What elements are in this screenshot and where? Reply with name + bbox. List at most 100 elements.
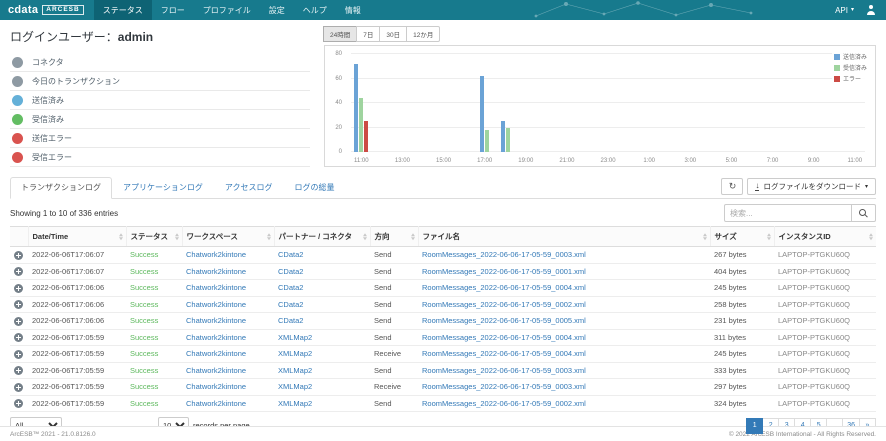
legend-swatch [833, 64, 840, 71]
expand-row-icon[interactable] [14, 283, 23, 293]
range-button[interactable]: 24時間 [323, 26, 358, 42]
range-button[interactable]: 30日 [379, 26, 408, 42]
partner-link[interactable]: XMLMap2 [278, 399, 312, 408]
x-tick-label: 1:00 [643, 158, 655, 164]
expand-row-icon[interactable] [14, 382, 23, 392]
partner-link[interactable]: XMLMap2 [278, 382, 312, 391]
table-header-row: Date/Time ステータス ワークスペース パートナー / コネクタ 方向 … [10, 226, 876, 247]
metric-row[interactable]: 受信済み [10, 110, 310, 129]
filename-link[interactable]: RoomMessages_2022-06-06-17-05-59_0002.xm… [422, 300, 586, 309]
filename-link[interactable]: RoomMessages_2022-06-06-17-05-59_0004.xm… [422, 333, 586, 342]
cell-status: Success [126, 246, 182, 264]
download-log-button[interactable]: ↓ ログファイルをダウンロード ▾ [747, 178, 876, 195]
workspace-link[interactable]: Chatwork2kintone [186, 333, 246, 342]
nav-item[interactable]: プロファイル [194, 0, 260, 20]
nav-item[interactable]: フロー [152, 0, 194, 20]
tab[interactable]: アプリケーションログ [112, 177, 214, 199]
expand-row-icon[interactable] [14, 267, 23, 277]
x-tick-label: 11:00 [847, 158, 863, 164]
bar-group [351, 54, 372, 152]
column-header[interactable]: サイズ [710, 226, 775, 247]
metric-row[interactable]: 受信エラー [10, 148, 310, 167]
partner-link[interactable]: CData2 [278, 283, 303, 292]
workspace-link[interactable]: Chatwork2kintone [186, 399, 246, 408]
workspace-link[interactable]: Chatwork2kintone [186, 283, 246, 292]
brand-logo[interactable]: cdata ARCESB [0, 0, 94, 20]
filename-link[interactable]: RoomMessages_2022-06-06-17-05-59_0003.xm… [422, 366, 586, 375]
expand-row-icon[interactable] [14, 250, 23, 260]
expand-row-icon[interactable] [14, 399, 23, 409]
workspace-link[interactable]: Chatwork2kintone [186, 366, 246, 375]
partner-link[interactable]: CData2 [278, 267, 303, 276]
refresh-button[interactable]: ↻ [721, 178, 744, 195]
workspace-link[interactable]: Chatwork2kintone [186, 300, 246, 309]
partner-link[interactable]: XMLMap2 [278, 349, 312, 358]
partner-link[interactable]: XMLMap2 [278, 333, 312, 342]
tab[interactable]: トランザクションログ [10, 177, 112, 199]
tab[interactable]: アクセスログ [214, 177, 284, 199]
range-button[interactable]: 7日 [356, 26, 381, 42]
bar-group [474, 54, 495, 152]
filename-link[interactable]: RoomMessages_2022-06-06-17-05-59_0001.xm… [422, 267, 586, 276]
partner-link[interactable]: XMLMap2 [278, 366, 312, 375]
partner-link[interactable]: CData2 [278, 250, 303, 259]
nav-item[interactable]: 情報 [336, 0, 370, 20]
log-tabs: トランザクションログ アプリケーションログ アクセスログ ログの総量 ↻ ↓ ロ… [10, 177, 876, 199]
api-menu[interactable]: API ▾ [835, 6, 854, 15]
filename-link[interactable]: RoomMessages_2022-06-06-17-05-59_0004.xm… [422, 349, 586, 358]
column-header[interactable]: Date/Time [28, 226, 127, 247]
nav-item[interactable]: 設定 [260, 0, 294, 20]
cell-size: 404 bytes [710, 263, 774, 281]
workspace-link[interactable]: Chatwork2kintone [186, 267, 246, 276]
nav-item[interactable]: ヘルプ [294, 0, 336, 20]
bar-group [413, 54, 434, 152]
metric-row[interactable]: コネクタ [10, 53, 310, 72]
workspace-link[interactable]: Chatwork2kintone [186, 250, 246, 259]
x-tick-label: 3:00 [684, 158, 697, 164]
cell-size: 258 bytes [710, 296, 774, 314]
user-icon[interactable] [866, 5, 876, 15]
partner-link[interactable]: CData2 [278, 300, 303, 309]
cell-datetime: 2022-06-06T17:06:06 [28, 312, 126, 330]
expand-row-icon[interactable] [14, 366, 23, 376]
tab[interactable]: ログの総量 [283, 177, 345, 199]
column-header[interactable]: パートナー / コネクタ [274, 226, 371, 247]
cell-direction: Receive [370, 378, 418, 396]
column-header[interactable]: ファイル名 [418, 226, 711, 247]
filename-link[interactable]: RoomMessages_2022-06-06-17-05-59_0003.xm… [422, 382, 586, 391]
workspace-link[interactable]: Chatwork2kintone [186, 349, 246, 358]
column-header-label: サイズ [714, 232, 737, 241]
bar-group [639, 54, 660, 152]
cell-direction: Send [370, 395, 418, 413]
workspace-link[interactable]: Chatwork2kintone [186, 316, 246, 325]
filename-link[interactable]: RoomMessages_2022-06-06-17-05-59_0005.xm… [422, 316, 586, 325]
column-header[interactable] [10, 226, 29, 247]
workspace-link[interactable]: Chatwork2kintone [186, 382, 246, 391]
search-button[interactable] [852, 204, 876, 222]
bar-group [803, 54, 824, 152]
range-button[interactable]: 12か月 [406, 26, 441, 42]
page-button[interactable]: 1 [746, 417, 764, 434]
filename-link[interactable]: RoomMessages_2022-06-06-17-05-59_0004.xm… [422, 283, 586, 292]
metric-row[interactable]: 送信エラー [10, 129, 310, 148]
filename-link[interactable]: RoomMessages_2022-06-06-17-05-59_0002.xm… [422, 399, 586, 408]
expand-row-icon[interactable] [14, 349, 23, 359]
nav-item[interactable]: ステータス [93, 0, 152, 20]
partner-link[interactable]: CData2 [278, 316, 303, 325]
expand-row-icon[interactable] [14, 333, 23, 343]
cell-instance-id: LAPTOP-PTGKU60Q [774, 329, 876, 347]
search-input[interactable] [724, 204, 852, 222]
version-text: ArcESB™ 2021 - 21.0.8126.0 [10, 430, 96, 438]
x-tick-label: 9:00 [807, 158, 820, 164]
column-header[interactable]: ステータス [126, 226, 183, 247]
column-header[interactable]: 方向 [370, 226, 419, 247]
metric-row[interactable]: 今日のトランザクション [10, 72, 310, 91]
expand-row-icon[interactable] [14, 300, 23, 310]
column-header[interactable]: インスタンスID [774, 226, 876, 247]
metric-row[interactable]: 送信済み [10, 91, 310, 110]
column-header[interactable]: ワークスペース [182, 226, 275, 247]
cell-size: 267 bytes [710, 246, 774, 264]
filename-link[interactable]: RoomMessages_2022-06-06-17-05-59_0003.xm… [422, 250, 586, 259]
expand-row-icon[interactable] [14, 316, 23, 326]
cell-status: Success [126, 362, 182, 380]
